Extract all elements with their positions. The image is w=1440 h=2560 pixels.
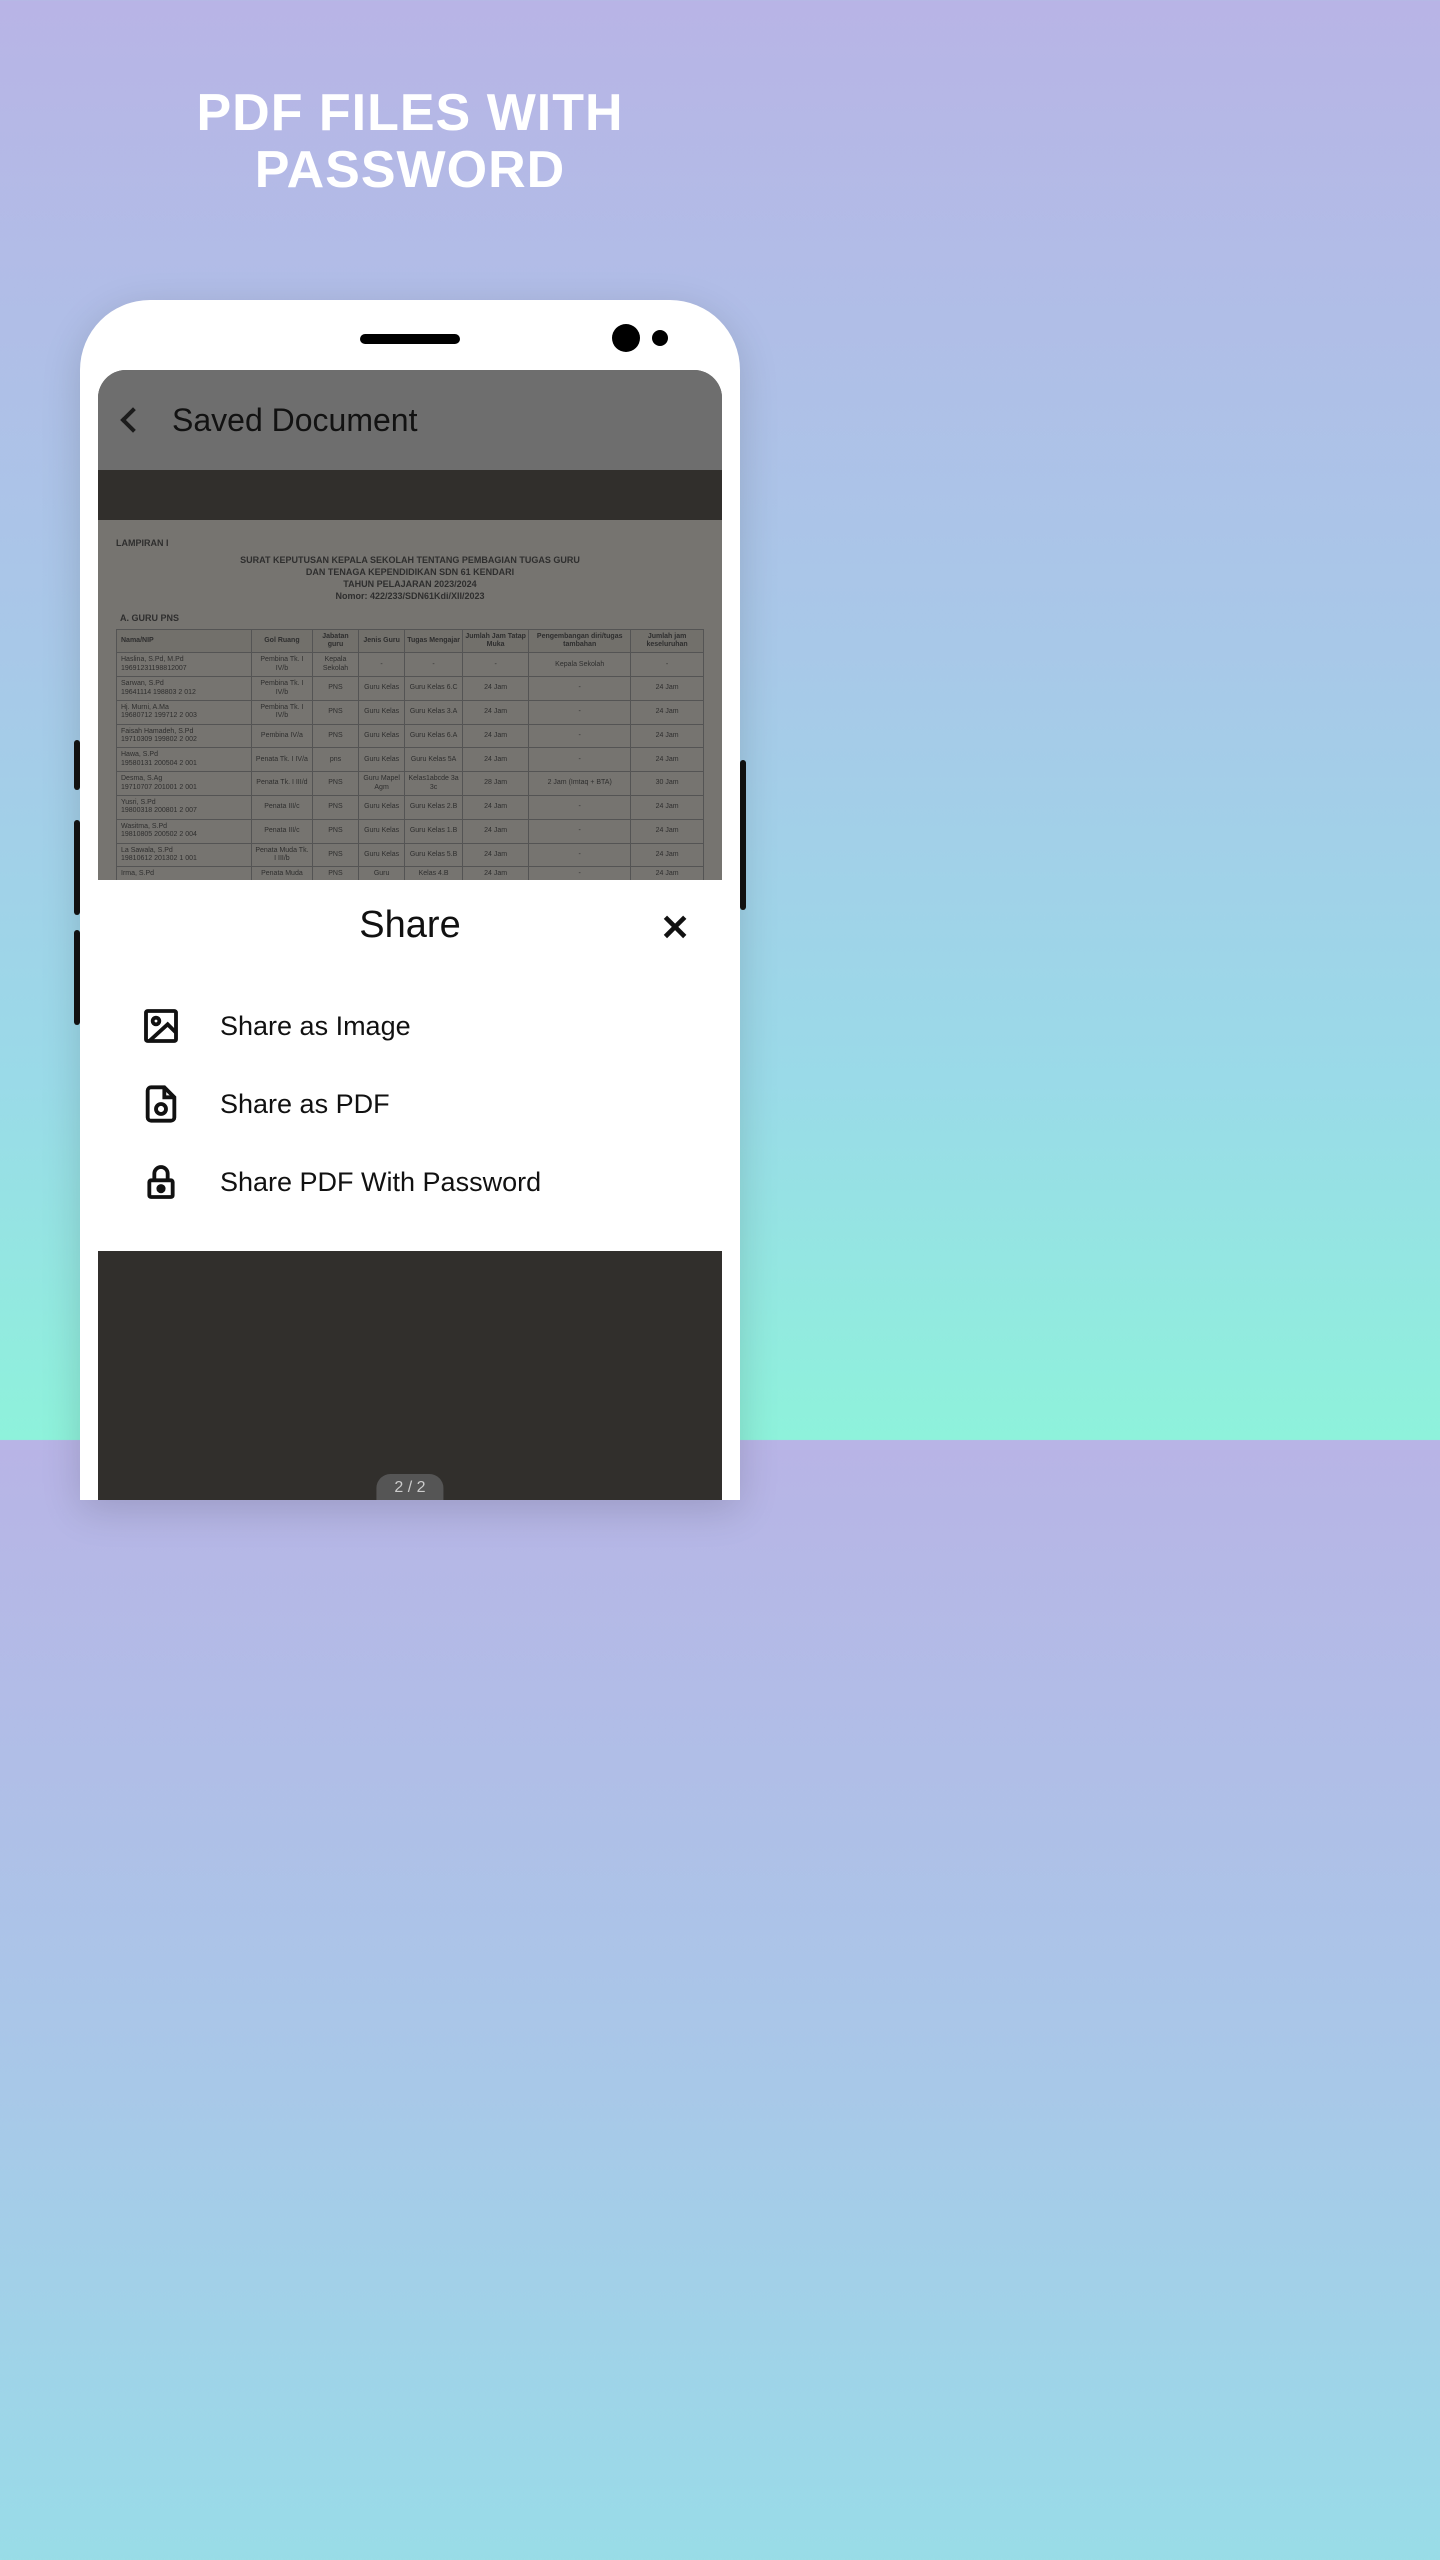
phone-notch xyxy=(80,300,740,370)
pdf-icon xyxy=(140,1083,182,1125)
speaker-slot xyxy=(360,334,460,344)
share-title: Share xyxy=(359,904,460,947)
share-header: Share ✕ xyxy=(126,904,694,947)
share-as-image[interactable]: Share as Image xyxy=(126,987,694,1065)
promo-line2: PASSWORD xyxy=(0,142,820,199)
share-sheet: Share ✕ Share as Image xyxy=(98,880,722,1251)
phone-mockup: Saved Document LAMPIRAN I SURAT KEPUTUSA… xyxy=(80,300,740,1500)
page-indicator: 2 / 2 xyxy=(376,1474,443,1500)
promo-line1: PDF FILES WITH xyxy=(0,85,820,142)
front-camera xyxy=(612,324,640,352)
image-icon xyxy=(140,1005,182,1047)
phone-screen: Saved Document LAMPIRAN I SURAT KEPUTUSA… xyxy=(98,370,722,1500)
sensor-dot xyxy=(652,330,668,346)
lock-icon xyxy=(140,1161,182,1203)
hw-button xyxy=(74,820,80,915)
share-pdf-password[interactable]: Share PDF With Password xyxy=(126,1143,694,1221)
hw-button xyxy=(74,740,80,790)
share-as-pdf[interactable]: Share as PDF xyxy=(126,1065,694,1143)
promo-heading: PDF FILES WITH PASSWORD xyxy=(0,0,820,199)
hw-button xyxy=(74,930,80,1025)
close-icon[interactable]: ✕ xyxy=(660,910,688,946)
hw-button xyxy=(740,760,746,910)
share-item-label: Share PDF With Password xyxy=(220,1167,541,1198)
share-item-label: Share as Image xyxy=(220,1011,411,1042)
share-item-label: Share as PDF xyxy=(220,1089,390,1120)
